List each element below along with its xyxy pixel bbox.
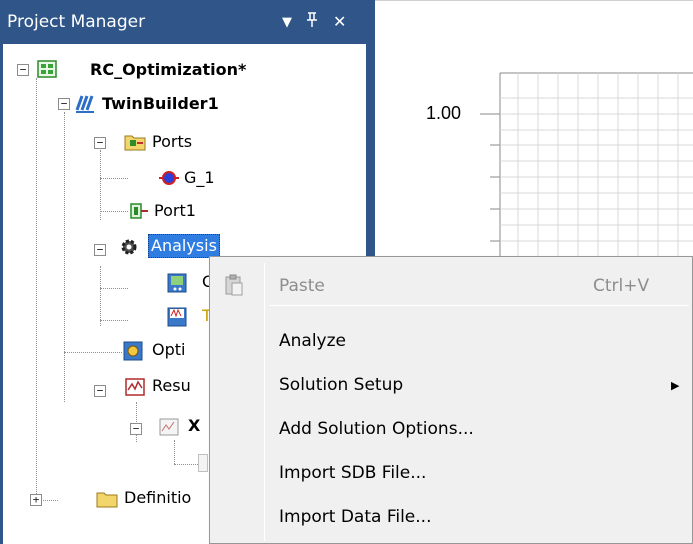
submenu-arrow-icon: ▶ [671,379,680,392]
tree-line [36,78,37,498]
collapse-toggle[interactable]: − [94,137,106,149]
tree-item-label: Ports [152,132,193,151]
tree-item-label: Opti [152,340,186,359]
folder-icon [96,492,118,508]
tree-item-label: Definitio [124,488,192,507]
collapse-toggle[interactable]: − [17,64,29,76]
tree-item-design[interactable]: TwinBuilder1 [100,90,221,118]
context-menu: Paste Ctrl+V Analyze Solution Setup ▶ Ad… [209,256,693,544]
menu-item-label: Add Solution Options... [279,419,474,439]
tree-item-label: Analysis [148,234,220,258]
tree-item-definitions[interactable]: Definitio [122,484,193,512]
expand-toggle[interactable]: + [30,494,42,506]
menu-item-import-sdb[interactable]: Import SDB File... [210,456,693,490]
tree-item-port1[interactable]: Port1 [152,197,198,225]
tree-line [100,211,128,212]
pin-icon[interactable] [305,12,319,32]
tree-item-ports[interactable]: Ports [150,128,194,156]
transient-setup-icon [167,307,187,327]
tree-item-report[interactable]: X [186,412,202,440]
tree-item-label: Resu [152,376,191,395]
tree-line [64,352,122,353]
tree-line [174,464,198,465]
menu-item-shortcut: Ctrl+V [593,276,650,296]
design-icon [75,95,94,113]
tree-line [174,440,175,464]
optimetrics-icon [123,341,143,361]
menu-item-analyze[interactable]: Analyze [210,324,693,358]
tree-item-label: TwinBuilder1 [102,94,219,113]
project-icon [37,60,57,78]
report-icon [159,418,179,436]
gear-icon [121,239,137,255]
tree-line [100,288,128,289]
tree-line [100,320,128,321]
menu-item-label: Analyze [279,331,346,351]
menu-item-label: Import SDB File... [279,463,427,483]
close-panel-icon[interactable]: ✕ [333,12,346,31]
menu-item-label: Paste [279,276,325,296]
menu-item-solution-setup[interactable]: Solution Setup ▶ [210,368,693,402]
clipboard-icon [225,274,243,296]
trace-icon [198,454,208,472]
ground-port-icon [159,171,179,185]
tree-line [100,266,101,326]
menu-item-label: Solution Setup [279,375,404,395]
menu-item-add-solution-options[interactable]: Add Solution Options... [210,412,693,446]
tree-item-label: X [188,416,201,435]
tree-item-label: Port1 [154,201,196,220]
results-icon [125,378,145,396]
tree-item-label: RC_Optimization* [90,60,247,79]
menu-item-label: Import Data File... [279,507,432,527]
tree-item-optimetrics[interactable]: Opti [150,336,187,364]
tree-line [64,112,65,402]
y-axis-tick-label: 1.00 [426,103,462,123]
tree-line [100,150,101,220]
tree-line [100,178,128,179]
panel-menu-dropdown-icon[interactable]: ▼ [282,15,292,30]
port-icon [130,203,148,219]
menu-item-paste[interactable]: Paste Ctrl+V [210,269,693,303]
collapse-toggle[interactable]: − [130,423,142,435]
tree-item-label: G_1 [184,168,215,187]
panel-title: Project Manager [7,12,146,32]
collapse-toggle[interactable]: − [94,385,106,397]
collapse-toggle[interactable]: − [94,244,106,256]
ports-folder-icon [124,135,146,151]
menu-item-import-data[interactable]: Import Data File... [210,500,693,534]
tree-item-g1[interactable]: G_1 [182,164,217,192]
collapse-toggle[interactable]: − [58,98,70,110]
menu-separator [269,305,689,306]
analysis-setup-icon [167,273,187,293]
panel-title-bar: Project Manager ▼ ✕ [0,0,375,44]
tree-item-project[interactable]: RC_Optimization* [88,56,248,84]
tree-item-results[interactable]: Resu [150,372,193,400]
